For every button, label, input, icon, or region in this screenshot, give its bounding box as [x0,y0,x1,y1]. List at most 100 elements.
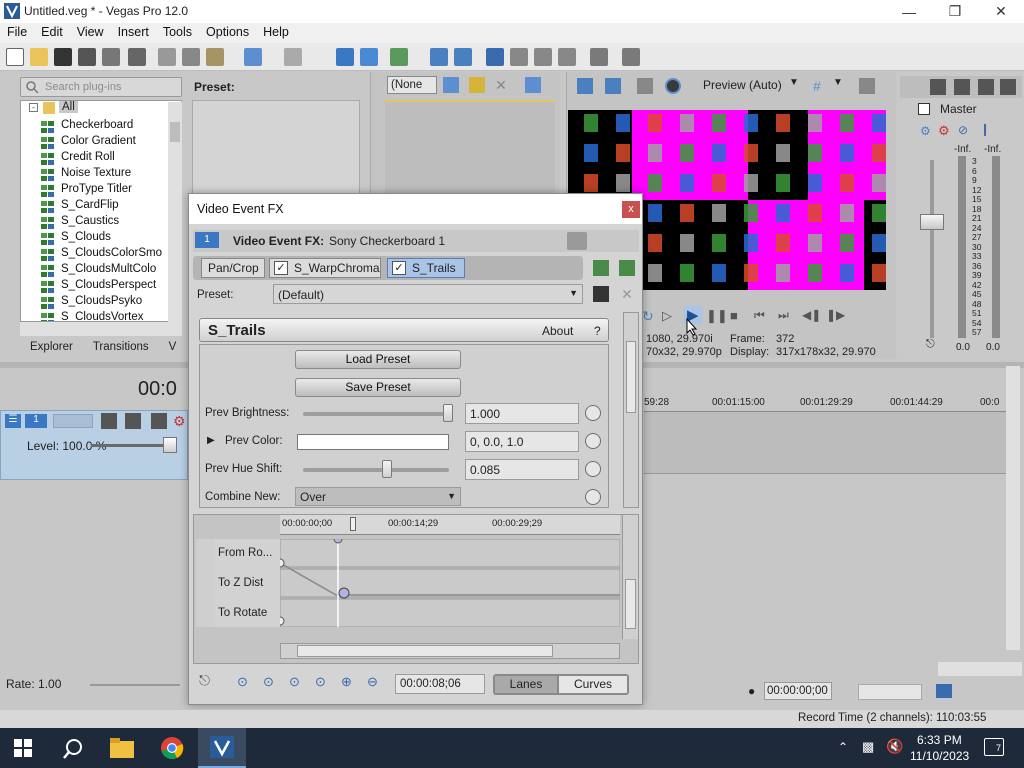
plugin-item[interactable]: ProType Titler [41,183,132,199]
prev-frame-icon[interactable]: ◀❚ [802,308,821,322]
add-keyframe-icon[interactable]: ⊕ [341,674,352,690]
tab-explorer[interactable]: Explorer [20,340,83,357]
collapse-icon[interactable]: - [29,103,38,112]
tree-root-all[interactable]: All [59,101,78,113]
warpchroma-checkbox-icon[interactable]: ✓ [274,261,288,275]
preview-quality[interactable]: Preview (Auto) [703,78,782,92]
trails-checkbox-icon[interactable]: ✓ [392,261,406,275]
go-to-end-icon[interactable]: ⏭ [778,308,789,323]
lock-envelopes-icon[interactable] [430,48,448,66]
external-monitor-icon[interactable] [605,78,621,94]
track-name-field[interactable] [53,414,93,428]
menu-view[interactable]: View [70,23,111,43]
load-preset-button[interactable]: Load Preset [295,350,461,369]
new-project-icon[interactable] [6,48,24,66]
keyframe-vscrollbar[interactable] [622,515,638,639]
trimmer-icon-2[interactable] [469,77,485,93]
timeline-vscrollbar[interactable] [1006,366,1020,650]
marker-icon[interactable]: ● [748,684,755,698]
about-link[interactable]: About [542,324,573,338]
timeline-ruler[interactable]: 59:28 00:01:15:00 00:01:29:29 00:01:44:2… [644,394,1010,412]
overlays-dropdown-icon[interactable]: ▼ [833,77,843,88]
close-window-button[interactable]: ✕ [978,0,1024,23]
track-level-thumb[interactable] [163,437,177,453]
auto-crossfade-icon[interactable] [510,48,528,66]
tab-video-fx[interactable]: V [159,340,187,357]
menu-options[interactable]: Options [199,23,256,43]
expand-arrow-icon[interactable]: ▶ [207,435,215,446]
solo-icon[interactable]: ❙ [980,122,990,136]
master-fx-bypass-icon[interactable]: ⚙ [938,123,950,139]
prev-brightness-reset-icon[interactable] [585,405,601,421]
pause-icon[interactable]: ❚❚ [706,308,728,324]
redo-icon[interactable] [284,48,302,66]
notifications-icon[interactable]: 7 [984,738,1004,756]
ignore-grouping-icon[interactable] [454,48,472,66]
menu-tools[interactable]: Tools [156,23,199,43]
master-select-icon[interactable] [918,103,930,115]
prev-brightness-value[interactable]: 1.000 [465,403,579,424]
master-icon-3[interactable] [978,79,994,95]
params-scrollbar[interactable] [623,312,639,508]
preview-props-icon[interactable] [577,78,593,94]
chain-item-warpchroma[interactable]: ✓ S_WarpChroma [269,258,381,278]
tab-transitions[interactable]: Transitions [83,340,159,357]
plugin-item[interactable]: Noise Texture [41,167,131,183]
plugin-chain-icon[interactable] [593,260,609,276]
stop-icon[interactable]: ■ [730,308,738,323]
keyframe-hscrollbar[interactable] [280,643,620,659]
keyframe-time-field[interactable]: 00:00:08;06 [395,674,485,694]
prev-brightness-thumb[interactable] [443,404,453,422]
volume-muted-icon[interactable]: 🔇 [886,738,903,755]
remove-plugin-icon[interactable] [619,260,635,276]
curves-button[interactable]: Curves [559,676,627,693]
undo-icon[interactable] [244,48,262,66]
next-keyframe-icon[interactable]: ⊙ [289,674,300,690]
trimmer-combo[interactable]: (None [387,76,437,94]
split-screen-icon[interactable] [665,78,681,94]
snapping-icon[interactable] [486,48,504,66]
brush-icon[interactable] [590,48,608,66]
dialog-close-button[interactable]: x [622,201,640,218]
first-keyframe-icon[interactable]: ⊙ [237,674,248,690]
clock-time[interactable]: 6:33 PM [917,733,962,747]
network-icon[interactable]: ▩ [862,739,874,755]
clock-date[interactable]: 11/10/2023 [910,749,969,763]
properties-icon[interactable] [128,48,146,66]
kf-track-to-rotate[interactable]: To Rotate [218,607,267,619]
copy-icon[interactable] [182,48,200,66]
plugin-item[interactable]: Checkerboard [41,119,133,135]
plugin-item[interactable]: S_CloudsPerspect [41,279,156,295]
rate-slider[interactable] [90,684,180,686]
trimmer-clear-icon[interactable]: ✕ [493,77,509,93]
help-button[interactable]: ? [594,324,601,338]
menu-edit[interactable]: Edit [34,23,70,43]
prev-hue-shift-thumb[interactable] [381,460,392,478]
search-taskbar-icon[interactable] [62,738,84,760]
minimize-button[interactable]: — [886,0,932,23]
delete-keyframe-icon[interactable]: ⊖ [367,674,378,690]
combine-new-reset-icon[interactable] [585,489,601,505]
windows-start-icon[interactable] [14,739,32,757]
envelope-tool-icon[interactable] [360,48,378,66]
plugin-item[interactable]: Credit Roll [41,151,115,167]
save-as-icon[interactable] [78,48,96,66]
mute-icon[interactable]: ⊘ [958,123,968,137]
selection-tool-icon[interactable] [534,48,552,66]
lock-icon[interactable]: ⎋ [926,338,935,351]
master-icon-2[interactable] [954,79,970,95]
next-frame-icon[interactable]: ❚▶ [826,308,845,322]
prev-color-swatch[interactable] [297,434,449,450]
prev-hue-shift-slider[interactable] [303,468,449,472]
menu-insert[interactable]: Insert [111,23,156,43]
view-mode-1-icon[interactable] [567,232,587,250]
kf-cursor-handle[interactable] [350,517,356,531]
track-motion-icon[interactable] [101,413,117,429]
master-fader-thumb[interactable] [920,214,944,230]
cursor-time-field[interactable]: 00:00:00;00 [764,682,832,700]
plugin-tree-scrollbar[interactable] [168,102,182,322]
save-icon[interactable] [54,48,72,66]
copy-snapshot-icon[interactable] [859,78,875,94]
tray-overflow-icon[interactable]: ⌃ [838,740,848,754]
timeline-zoom-controls[interactable] [938,662,1022,676]
